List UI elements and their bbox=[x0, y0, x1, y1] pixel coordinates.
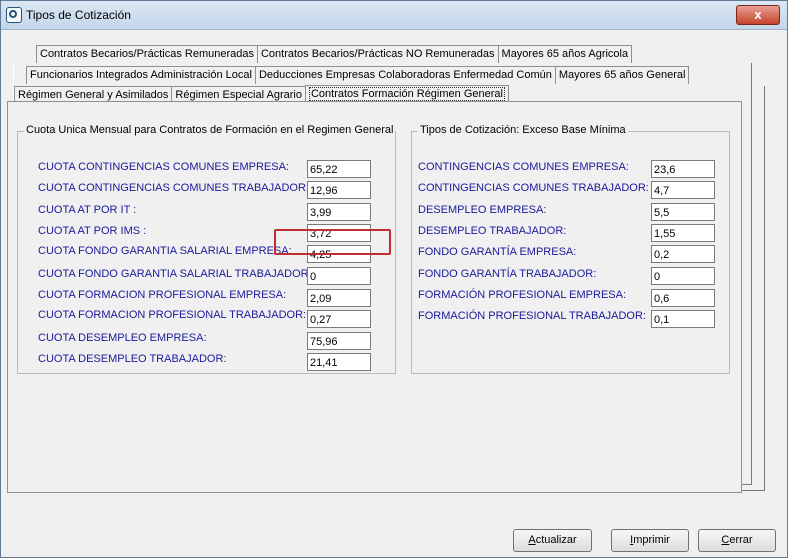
cuota-cc-trabajador-input[interactable] bbox=[307, 181, 371, 199]
cerrar-button[interactable]: Cerrar bbox=[698, 529, 776, 552]
cc-trabajador-input[interactable] bbox=[651, 181, 715, 199]
field-label: DESEMPLEO TRABAJADOR: bbox=[418, 225, 567, 237]
tab-becarios-no-remuneradas[interactable]: Contratos Becarios/Prácticas NO Remunera… bbox=[256, 45, 499, 63]
field-label: CUOTA FORMACION PROFESIONAL EMPRESA: bbox=[38, 289, 287, 301]
formacion-profesional-empresa-input[interactable] bbox=[651, 289, 715, 307]
field-label: CUOTA CONTINGENCIAS COMUNES TRABAJADOR: bbox=[38, 182, 309, 194]
actualizar-button[interactable]: Actualizar bbox=[513, 529, 592, 552]
desempleo-trabajador-input[interactable] bbox=[651, 224, 715, 242]
imprimir-button[interactable]: Imprimir bbox=[611, 529, 689, 552]
right-group-legend: Tipos de Cotización: Exceso Base Mínima bbox=[418, 124, 628, 136]
actualizar-mnemonic: A bbox=[528, 534, 536, 546]
close-button[interactable]: x bbox=[736, 5, 780, 25]
cuota-fgs-trabajador-input[interactable] bbox=[307, 267, 371, 285]
fondo-garantia-empresa-input[interactable] bbox=[651, 245, 715, 263]
formacion-profesional-trabajador-input[interactable] bbox=[651, 310, 715, 328]
tab-row-1: Contratos Becarios/Prácticas Remuneradas… bbox=[36, 45, 633, 65]
dialog-window: Tipos de Cotización x Contratos Becarios… bbox=[0, 0, 788, 558]
cuota-at-it-input[interactable] bbox=[307, 203, 371, 221]
tab-mayores-65-general[interactable]: Mayores 65 años General bbox=[554, 66, 690, 84]
desempleo-empresa-input[interactable] bbox=[651, 203, 715, 221]
field-label: CUOTA DESEMPLEO EMPRESA: bbox=[38, 332, 207, 344]
cuota-fp-trabajador-input[interactable] bbox=[307, 310, 371, 328]
field-label: CUOTA FONDO GARANTIA SALARIAL EMPRESA: bbox=[38, 245, 292, 257]
field-label: FONDO GARANTÍA TRABAJADOR: bbox=[418, 268, 597, 280]
field-label: FORMACIÓN PROFESIONAL TRABAJADOR: bbox=[418, 310, 646, 322]
cerrar-label: errar bbox=[729, 534, 753, 546]
field-label: CUOTA AT POR IMS : bbox=[38, 225, 147, 237]
tab-becarios-remuneradas[interactable]: Contratos Becarios/Prácticas Remuneradas bbox=[36, 45, 258, 63]
left-group-legend: Cuota Unica Mensual para Contratos de Fo… bbox=[24, 124, 396, 136]
cuota-desempleo-trabajador-input[interactable] bbox=[307, 353, 371, 371]
field-label: CUOTA DESEMPLEO TRABAJADOR: bbox=[38, 353, 227, 365]
cuota-cc-empresa-input[interactable] bbox=[307, 160, 371, 178]
tab-funcionarios-integrados[interactable]: Funcionarios Integrados Administración L… bbox=[26, 66, 256, 84]
window-title: Tipos de Cotización bbox=[26, 8, 131, 22]
field-label: DESEMPLEO EMPRESA: bbox=[418, 204, 547, 216]
field-label: CUOTA FONDO GARANTIA SALARIAL TRABAJADOR… bbox=[38, 268, 312, 280]
field-label: CUOTA CONTINGENCIAS COMUNES EMPRESA: bbox=[38, 161, 289, 173]
cuota-desempleo-empresa-input[interactable] bbox=[307, 332, 371, 350]
cuota-fp-empresa-input[interactable] bbox=[307, 289, 371, 307]
field-label: FORMACIÓN PROFESIONAL EMPRESA: bbox=[418, 289, 627, 301]
tab-row-2: Funcionarios Integrados Administración L… bbox=[26, 66, 690, 86]
tab-contratos-formacion-label: Contratos Formación Régimen General bbox=[308, 87, 505, 101]
app-icon bbox=[6, 7, 22, 23]
imprimir-label: mprimir bbox=[633, 534, 670, 546]
field-label: CONTINGENCIAS COMUNES EMPRESA: bbox=[418, 161, 629, 173]
actualizar-label: ctualizar bbox=[535, 534, 577, 546]
field-label: FONDO GARANTÍA EMPRESA: bbox=[418, 246, 577, 258]
field-label: CONTINGENCIAS COMUNES TRABAJADOR: bbox=[418, 182, 649, 194]
tab-mayores-65-agricola[interactable]: Mayores 65 años Agricola bbox=[497, 45, 633, 63]
title-bar[interactable]: Tipos de Cotización x bbox=[1, 1, 787, 30]
cc-empresa-input[interactable] bbox=[651, 160, 715, 178]
fondo-garantia-trabajador-input[interactable] bbox=[651, 267, 715, 285]
tab-deducciones-empresas[interactable]: Deducciones Empresas Colaboradoras Enfer… bbox=[254, 66, 556, 84]
highlight-box bbox=[274, 229, 391, 255]
field-label: CUOTA FORMACION PROFESIONAL TRABAJADOR: bbox=[38, 309, 307, 321]
field-label: CUOTA AT POR IT : bbox=[38, 204, 137, 216]
